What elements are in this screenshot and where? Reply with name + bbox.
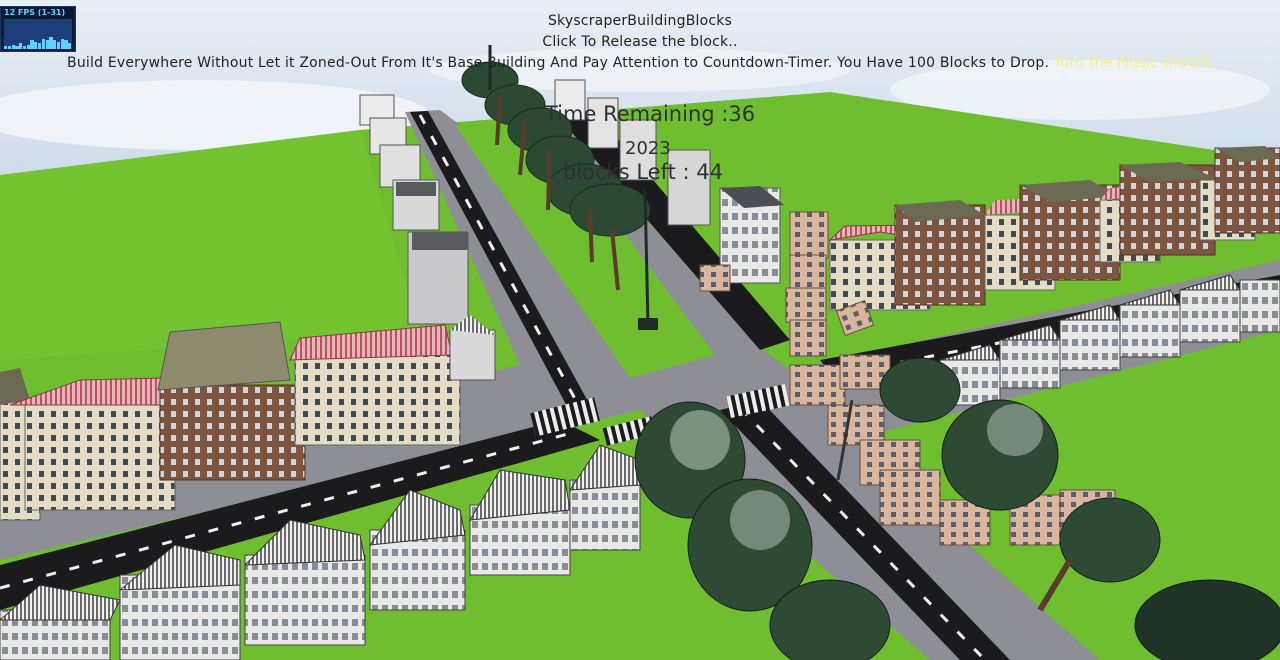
- game-viewport[interactable]: 12 FPS (1-31) SkyscraperBuildingBlocks C…: [0, 0, 1280, 660]
- counter-readout: 2023: [625, 138, 671, 159]
- music-toggle-link[interactable]: Turn the Music On/Off.: [1054, 55, 1213, 71]
- blocks-left: blocks Left : 44: [563, 160, 723, 184]
- city-scene[interactable]: [0, 0, 1280, 660]
- time-remaining: Time Remaining :36: [545, 102, 756, 126]
- click-instruction: Click To Release the block..: [542, 34, 738, 50]
- instructions-text: Build Everywhere Without Let it Zoned-Ou…: [67, 55, 1050, 71]
- game-title: SkyscraperBuildingBlocks: [547, 13, 733, 29]
- instructions: Build Everywhere Without Let it Zoned-Ou…: [0, 55, 1280, 71]
